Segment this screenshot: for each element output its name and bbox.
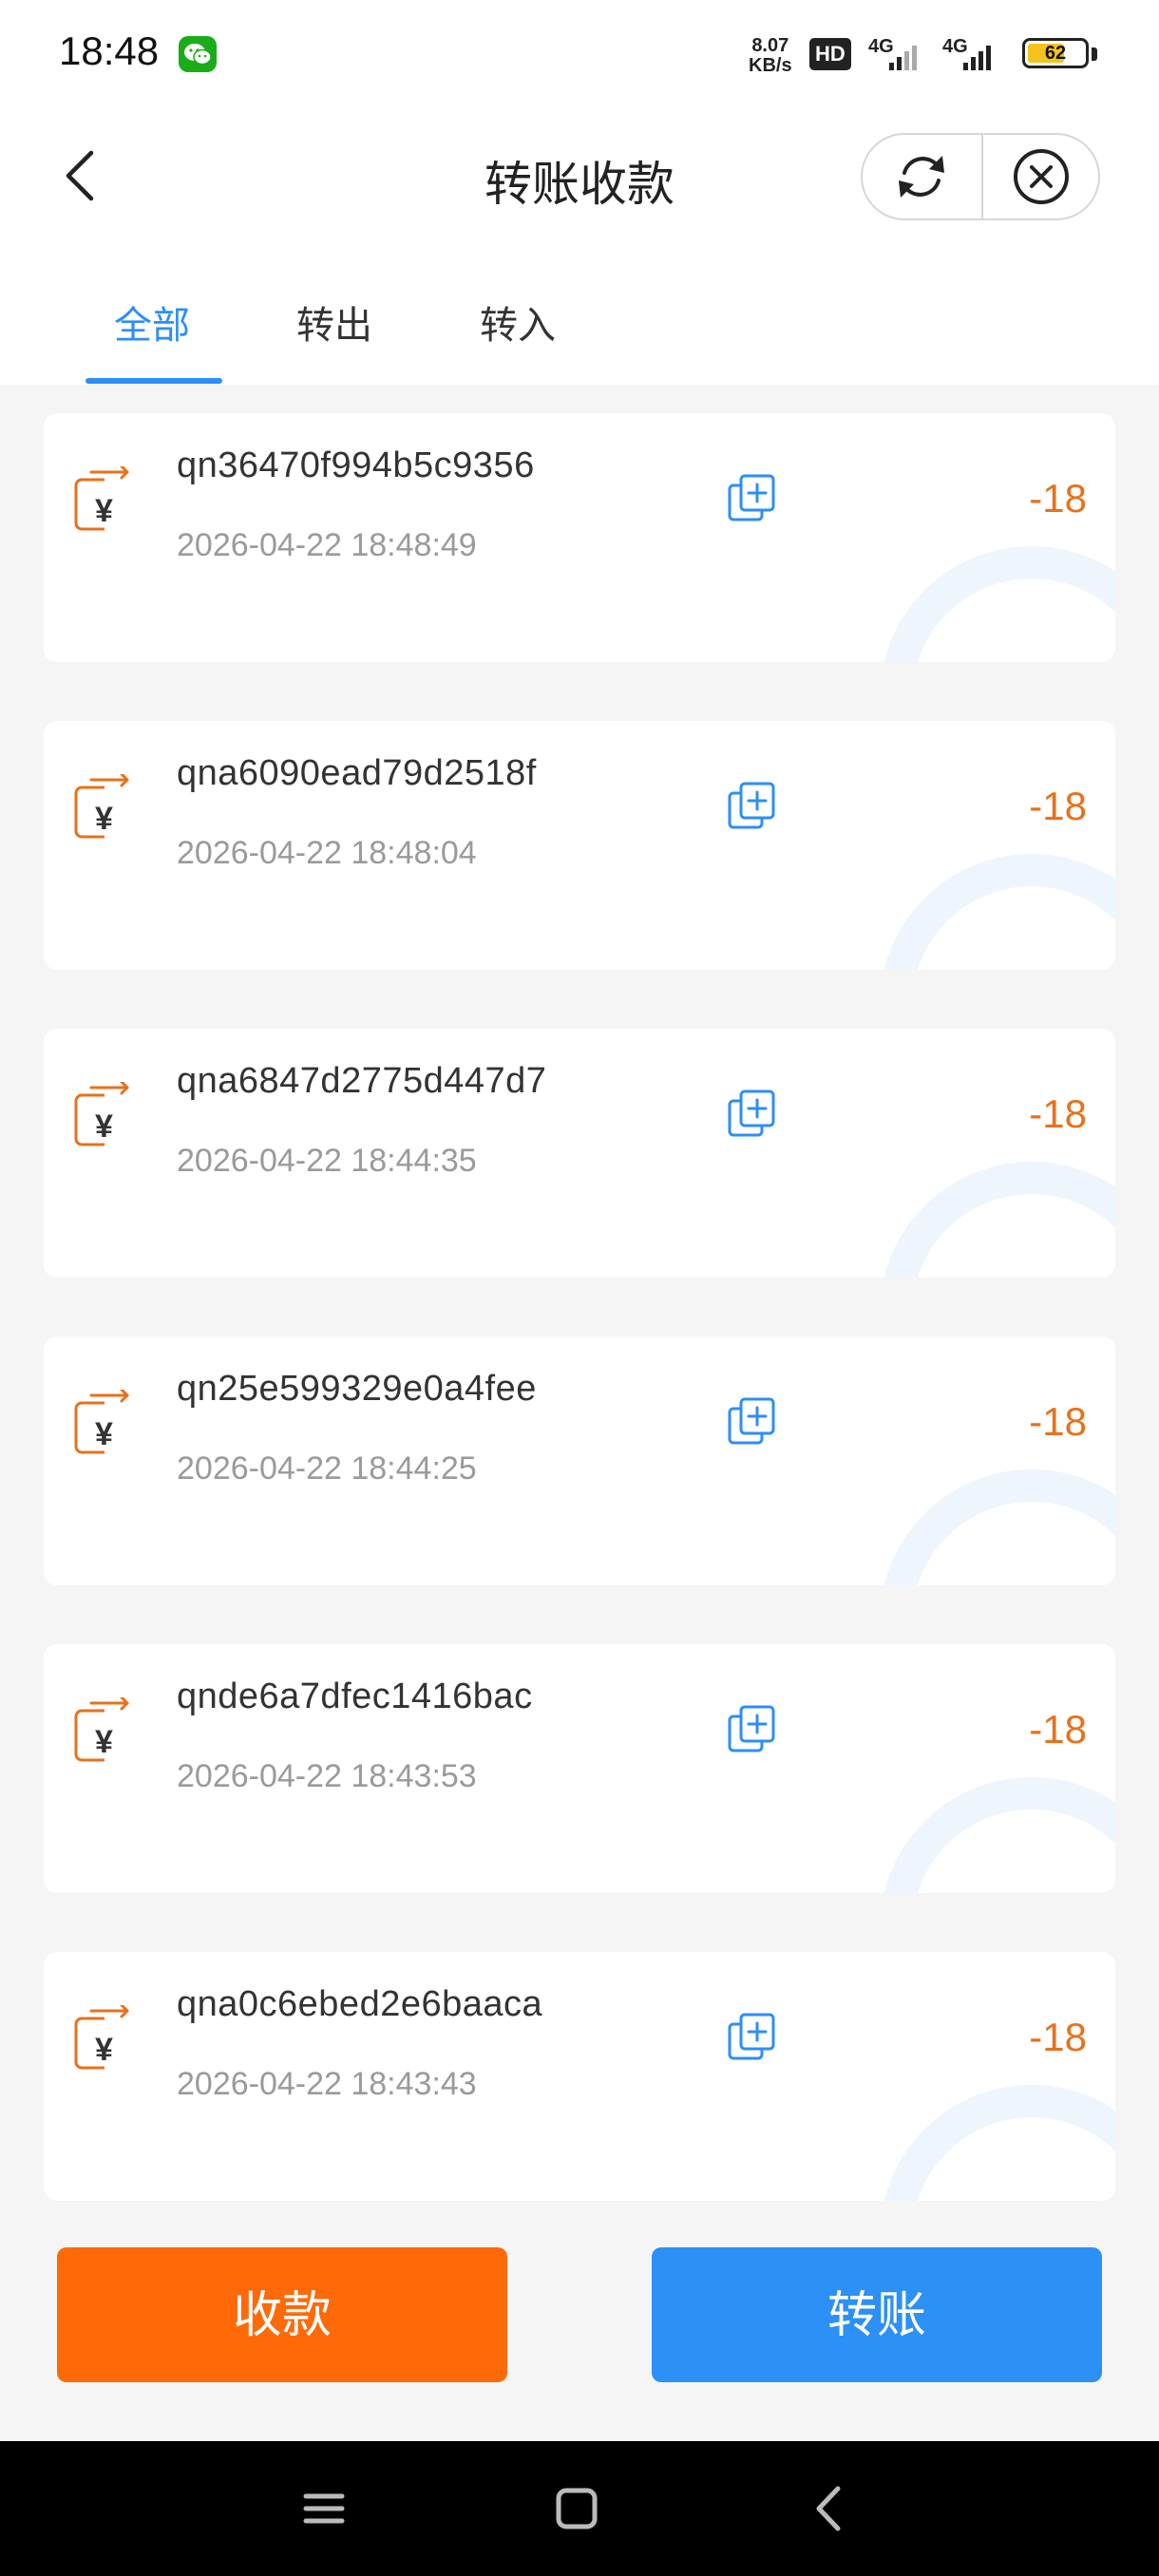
battery-icon: 62 [1022,38,1089,68]
transaction-id: qna0c6ebed2e6baaca [177,1984,543,2024]
transaction-time: 2026-04-22 18:43:43 [177,2066,477,2102]
battery-level: 62 [1044,43,1067,64]
svg-text:¥: ¥ [95,1108,113,1145]
transaction-card[interactable]: ¥ qnde6a7dfec1416bac 2026-04-22 18:43:53… [44,1644,1115,1893]
copy-icon[interactable] [726,1088,779,1141]
svg-text:¥: ¥ [95,1416,113,1452]
transfer-button[interactable]: 转账 [652,2247,1102,2382]
transaction-card[interactable]: ¥ qna6847d2775d447d7 2026-04-22 18:44:35… [44,1029,1115,1278]
speed-unit: KB/s [749,55,792,76]
transfer-out-icon: ¥ [72,1080,133,1148]
transaction-amount: -18 [1029,1707,1087,1752]
transaction-time: 2026-04-22 18:48:04 [177,835,477,871]
transaction-time: 2026-04-22 18:44:35 [177,1143,477,1179]
copy-icon[interactable] [726,2011,779,2064]
tab-bar: 全部 转出 转入 [0,247,1159,385]
status-bar: 18:48 8.07 KB/s HD 4G 4G 62 [0,0,1159,104]
svg-text:¥: ¥ [95,2032,113,2068]
wechat-notification-icon [179,36,217,72]
transaction-card[interactable]: ¥ qna6090ead79d2518f 2026-04-22 18:48:04… [44,721,1115,970]
back-nav-icon[interactable] [796,2475,863,2542]
transaction-card[interactable]: ¥ qna0c6ebed2e6baaca 2026-04-22 18:43:43… [44,1952,1115,2201]
transaction-id: qnde6a7dfec1416bac [177,1676,533,1716]
hd-badge: HD [809,38,851,70]
signal-icon [946,38,1013,77]
transaction-amount: -18 [1029,1091,1087,1136]
mini-program-capsule [861,133,1100,220]
speed-value: 8.07 [751,35,789,56]
transaction-amount: -18 [1029,2015,1087,2059]
transfer-out-icon: ¥ [72,2003,133,2072]
tab-active-indicator [86,378,222,384]
tab-transfer-in[interactable]: 转入 [480,294,556,350]
transfer-out-icon: ¥ [72,772,133,841]
close-circle-icon[interactable] [982,135,1100,218]
system-nav-bar [0,2441,1159,2576]
transaction-time: 2026-04-22 18:48:49 [177,527,477,563]
header: 转账收款 [0,104,1159,247]
svg-text:¥: ¥ [95,493,113,529]
svg-text:¥: ¥ [95,1724,113,1760]
tab-transfer-out[interactable]: 转出 [296,294,372,350]
copy-icon[interactable] [726,780,779,833]
menu-icon[interactable] [291,2475,357,2542]
status-time: 18:48 [59,28,160,73]
transaction-amount: -18 [1029,784,1087,828]
transaction-id: qna6090ead79d2518f [177,753,537,793]
network-speed: 8.07 KB/s [749,36,792,76]
transaction-id: qn25e599329e0a4fee [177,1369,537,1409]
transfer-out-icon: ¥ [72,1695,133,1764]
transaction-time: 2026-04-22 18:44:25 [177,1450,477,1487]
bottom-action-bar: 收款 转账 [0,2215,1159,2441]
transaction-list[interactable]: ¥ qn36470f994b5c9356 2026-04-22 18:48:49… [0,385,1159,2215]
transfer-out-icon: ¥ [72,1388,133,1456]
tab-all[interactable]: 全部 [114,294,190,350]
transaction-card[interactable]: ¥ qn25e599329e0a4fee 2026-04-22 18:44:25… [44,1336,1115,1585]
copy-icon[interactable] [726,1395,779,1449]
transaction-card[interactable]: ¥ qn36470f994b5c9356 2026-04-22 18:48:49… [44,413,1115,662]
transaction-time: 2026-04-22 18:43:53 [177,1758,477,1794]
transfer-out-icon: ¥ [72,464,133,533]
transaction-amount: -18 [1029,476,1087,521]
svg-text:¥: ¥ [95,801,113,837]
transaction-id: qna6847d2775d447d7 [177,1061,547,1101]
receive-button[interactable]: 收款 [57,2247,507,2382]
home-icon[interactable] [543,2475,610,2542]
copy-icon[interactable] [726,1703,779,1756]
copy-icon[interactable] [726,472,779,525]
transaction-id: qn36470f994b5c9356 [177,445,535,485]
signal-icon [868,38,935,77]
transaction-amount: -18 [1029,1399,1087,1444]
refresh-icon[interactable] [863,135,980,218]
